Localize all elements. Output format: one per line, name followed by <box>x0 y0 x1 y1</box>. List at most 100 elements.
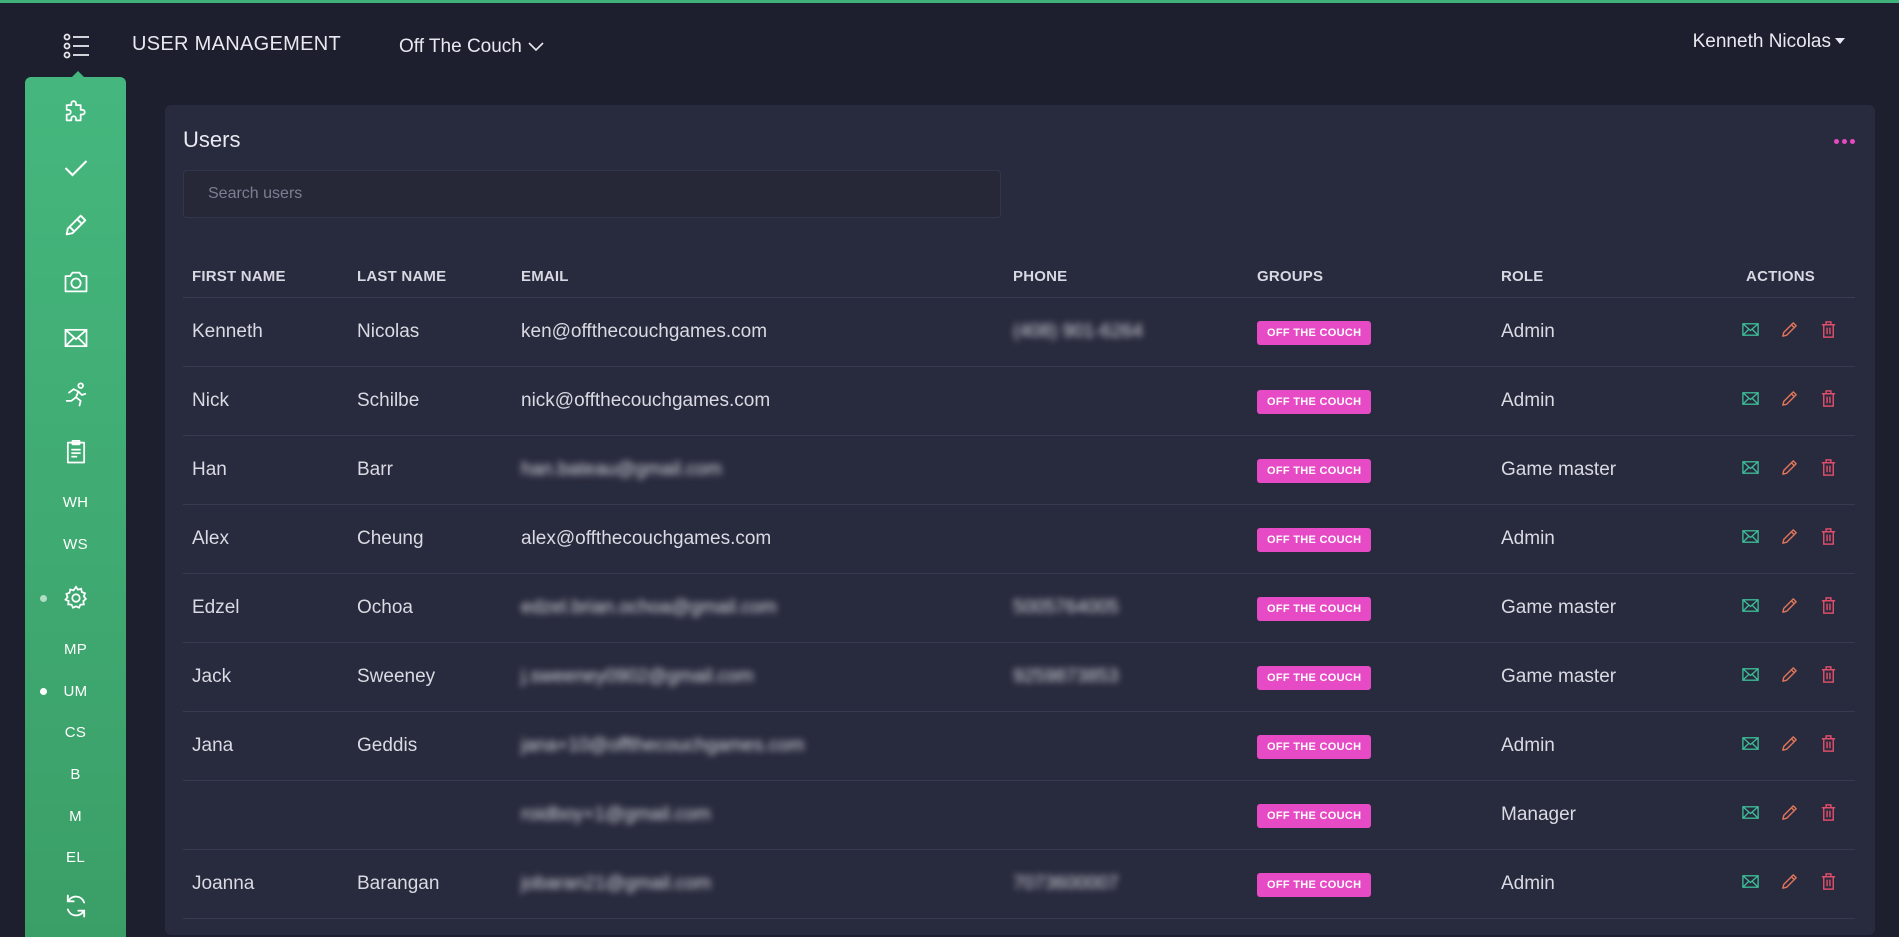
gear-icon <box>63 585 87 609</box>
group-badge[interactable]: OFF THE COUCH <box>1257 665 1372 690</box>
column-header-role[interactable]: ROLE <box>1492 255 1706 298</box>
delete-user-button[interactable] <box>1819 458 1838 483</box>
pencil-icon <box>1782 390 1797 406</box>
delete-user-button[interactable] <box>1819 872 1838 897</box>
send-email-button[interactable] <box>1741 803 1760 828</box>
cell-first-name <box>183 780 348 850</box>
sidebar-item-el[interactable]: EL <box>25 837 126 877</box>
edit-user-button[interactable] <box>1780 734 1799 759</box>
app-header: USER MANAGEMENT Off The Couch Kenneth Ni… <box>0 3 1899 81</box>
edit-user-button[interactable] <box>1780 872 1799 897</box>
mail-icon <box>1742 667 1759 681</box>
edit-user-button[interactable] <box>1780 596 1799 621</box>
edit-user-button[interactable] <box>1780 389 1799 414</box>
trash-icon <box>1821 803 1836 821</box>
sidebar-item-b[interactable]: B <box>25 754 126 794</box>
sidebar-item-um[interactable]: UM <box>25 671 126 711</box>
sidebar-item-label: M <box>69 807 82 825</box>
delete-user-button[interactable] <box>1819 803 1838 828</box>
edit-user-button[interactable] <box>1780 665 1799 690</box>
sidebar-item-camera[interactable] <box>25 262 126 302</box>
send-email-button[interactable] <box>1741 872 1760 897</box>
sidebar-item-activity[interactable] <box>25 375 126 415</box>
edit-user-button[interactable] <box>1780 803 1799 828</box>
send-email-button[interactable] <box>1741 527 1760 552</box>
mail-icon <box>1742 805 1759 819</box>
trash-icon <box>1821 872 1836 890</box>
mail-icon <box>1742 322 1759 336</box>
organization-select[interactable]: Off The Couch <box>399 36 544 58</box>
sidebar-item-ws[interactable]: WS <box>25 524 126 564</box>
more-options-button[interactable] <box>1834 139 1855 144</box>
sidebar: WH WS MP UM CS B M EL <box>25 77 126 937</box>
table-row: roidboy+1@gmail.com OFF THE COUCH Manager <box>183 780 1855 850</box>
sidebar-item-settings[interactable] <box>25 578 126 618</box>
user-menu[interactable]: Kenneth Nicolas <box>1693 31 1845 53</box>
group-badge[interactable]: OFF THE COUCH <box>1257 458 1372 483</box>
group-badge[interactable]: OFF THE COUCH <box>1257 596 1372 621</box>
pencil-icon <box>1782 804 1797 820</box>
cell-actions <box>1706 435 1855 505</box>
table-row: Han Barr han.bateau@gmail.com OFF THE COUCH… <box>183 435 1855 505</box>
send-email-button[interactable] <box>1741 665 1760 690</box>
column-header-first-name[interactable]: FIRST NAME <box>183 255 348 298</box>
send-email-button[interactable] <box>1741 389 1760 414</box>
cell-actions <box>1706 642 1855 712</box>
group-badge[interactable]: OFF THE COUCH <box>1257 527 1372 552</box>
send-email-button[interactable] <box>1741 734 1760 759</box>
group-badge[interactable]: OFF THE COUCH <box>1257 872 1372 897</box>
delete-user-button[interactable] <box>1819 596 1838 621</box>
column-header-email[interactable]: EMAIL <box>512 255 1004 298</box>
cell-email: han.bateau@gmail.com <box>512 435 1004 505</box>
row-actions <box>1715 320 1855 345</box>
delete-user-button[interactable] <box>1819 389 1838 414</box>
delete-user-button[interactable] <box>1819 665 1838 690</box>
send-email-button[interactable] <box>1741 458 1760 483</box>
sidebar-item-pencil[interactable] <box>25 205 126 245</box>
sidebar-item-mail[interactable] <box>25 318 126 358</box>
send-email-button[interactable] <box>1741 596 1760 621</box>
column-header-last-name[interactable]: LAST NAME <box>348 255 512 298</box>
trash-icon <box>1821 458 1836 476</box>
sidebar-item-refresh[interactable] <box>25 886 126 926</box>
send-email-button[interactable] <box>1741 320 1760 345</box>
table-row: Jana Geddis jana+10@offthecouchgames.com OF… <box>183 711 1855 781</box>
menu-toggle-button[interactable] <box>60 29 94 63</box>
edit-user-button[interactable] <box>1780 458 1799 483</box>
mail-icon <box>1742 598 1759 612</box>
cell-actions <box>1706 711 1855 781</box>
sidebar-item-clipboard[interactable] <box>25 432 126 472</box>
sidebar-item-puzzle[interactable] <box>25 91 126 131</box>
delete-user-button[interactable] <box>1819 734 1838 759</box>
cell-phone <box>1004 780 1248 850</box>
edit-user-button[interactable] <box>1780 527 1799 552</box>
table-row: Joanna Barangan jobaran21@gmail.com 7073600… <box>183 849 1855 919</box>
sidebar-item-m[interactable]: M <box>25 796 126 836</box>
cell-role: Game master <box>1492 642 1706 712</box>
column-header-phone[interactable]: PHONE <box>1004 255 1248 298</box>
runner-icon <box>65 382 86 407</box>
sidebar-item-wh[interactable]: WH <box>25 482 126 522</box>
sidebar-item-check[interactable] <box>25 148 126 188</box>
pencil-icon <box>1782 597 1797 613</box>
page-title: Users <box>183 127 241 152</box>
cell-role: Admin <box>1492 297 1706 367</box>
group-badge[interactable]: OFF THE COUCH <box>1257 389 1372 414</box>
clipboard-icon <box>66 440 85 464</box>
sidebar-item-mp[interactable]: MP <box>25 629 126 669</box>
group-badge[interactable]: OFF THE COUCH <box>1257 803 1372 828</box>
group-badge[interactable]: OFF THE COUCH <box>1257 320 1372 345</box>
cell-phone <box>1004 366 1248 436</box>
column-header-groups[interactable]: GROUPS <box>1248 255 1492 298</box>
search-input[interactable] <box>183 170 1001 218</box>
edit-user-button[interactable] <box>1780 320 1799 345</box>
mail-icon <box>1742 529 1759 543</box>
delete-user-button[interactable] <box>1819 527 1838 552</box>
group-badge[interactable]: OFF THE COUCH <box>1257 734 1372 759</box>
sidebar-item-cs[interactable]: CS <box>25 712 126 752</box>
delete-user-button[interactable] <box>1819 320 1838 345</box>
cell-last-name: Cheung <box>348 504 512 574</box>
refresh-icon <box>66 894 85 918</box>
app-title: USER MANAGEMENT <box>132 33 341 55</box>
cell-actions <box>1706 573 1855 643</box>
